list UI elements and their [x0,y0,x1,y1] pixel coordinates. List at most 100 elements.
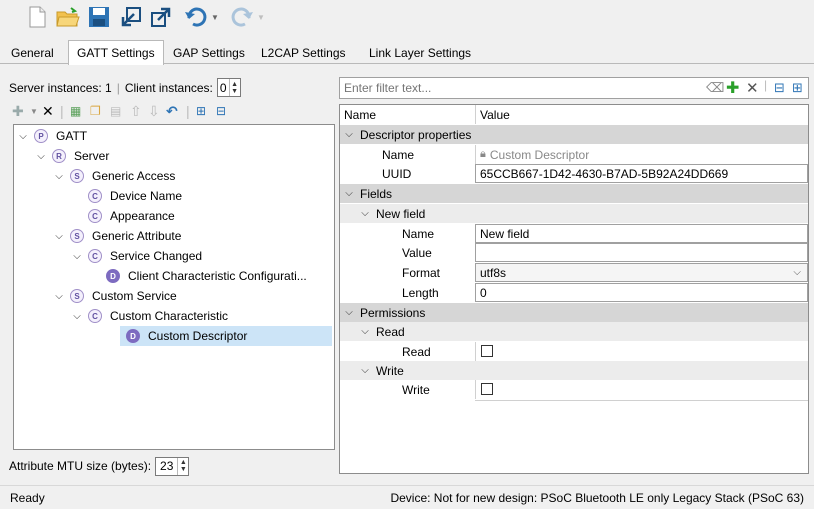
delete-icon[interactable]: ✕ [42,103,58,120]
tree-node-server[interactable]: ⌵ R Server [34,146,109,166]
delete-icon[interactable]: ✕ [746,79,759,97]
subcategory-new-field[interactable]: ⌵ New field [340,204,808,223]
instances-bar: Server instances: 1 | Client instances: … [9,78,241,97]
reset-icon[interactable]: ↶ [166,103,184,120]
tab-link-layer-settings[interactable]: Link Layer Settings [360,42,480,64]
clear-filter-icon[interactable]: ⌫ [706,80,724,96]
characteristic-badge-icon: C [88,189,102,203]
move-up-icon[interactable]: ⇧ [130,103,146,120]
tree-node-client-characteristic-configuration[interactable]: D Client Characteristic Configurati... [106,266,307,286]
tree-node-device-name[interactable]: C Device Name [88,186,182,206]
chevron-down-icon[interactable]: ⌵ [342,307,356,318]
chevron-down-icon[interactable]: ⌵ [70,251,84,262]
tree-node-label: Server [74,149,110,163]
client-instances-label: Client instances: [124,80,213,95]
tree-node-appearance[interactable]: C Appearance [88,206,175,226]
filter-box: ⌫ ✚ ✕ | ⊟ ⊞ [339,77,809,99]
chevron-down-icon[interactable]: ▼ [30,107,40,116]
tab-general[interactable]: General [2,42,63,64]
chevron-down-icon[interactable]: ⌵ [16,131,30,142]
open-folder-icon[interactable] [54,4,82,30]
separator: | [60,103,64,119]
add-item-icon[interactable]: ▦ [70,104,88,118]
tab-gap-settings[interactable]: GAP Settings [164,42,254,64]
property-row-uuid: UUID 65CCB667-1D42-4630-B7AD-5B92A24DD66… [340,164,808,183]
tree-node-service-changed[interactable]: ⌵ C Service Changed [70,246,202,266]
copy-icon[interactable]: ❐ [90,104,108,118]
undo-icon[interactable]: ▼ [180,4,222,30]
filter-input[interactable] [342,79,662,97]
mtu-value[interactable]: 23 [156,459,177,473]
chevron-down-icon[interactable]: ▼ [257,13,265,22]
chevron-down-icon[interactable]: ⌵ [34,151,48,162]
expand-all-icon[interactable]: ⊞ [196,104,214,118]
mtu-stepper[interactable]: 23 ▲ ▼ [155,456,190,476]
property-row-field-name: Name New field [340,224,808,243]
subcategory-label: New field [376,206,426,221]
tree-node-gatt[interactable]: ⌵ P GATT [16,126,87,146]
subcategory-write[interactable]: ⌵ Write [340,361,808,380]
tab-gatt-settings[interactable]: GATT Settings [68,40,164,65]
read-checkbox[interactable] [481,345,493,357]
collapse-all-icon[interactable]: ⊟ [216,104,234,118]
chevron-down-icon[interactable]: ⌵ [52,231,66,242]
client-instances-value[interactable]: 0 [218,81,229,95]
category-descriptor-properties[interactable]: ⌵ Descriptor properties [340,125,808,144]
move-down-icon[interactable]: ⇩ [148,103,164,120]
category-fields[interactable]: ⌵ Fields [340,184,808,203]
field-name-input[interactable]: New field [475,224,808,243]
add-icon[interactable]: ✚ [12,103,28,120]
subcategory-read[interactable]: ⌵ Read [340,322,808,341]
import-icon[interactable] [118,4,144,30]
chevron-down-icon[interactable]: ⌵ [358,365,372,376]
subcategory-label: Read [376,324,405,339]
field-value-input[interactable] [475,243,808,262]
write-checkbox[interactable] [481,383,493,395]
tree-node-label: Appearance [110,209,175,223]
chevron-down-icon[interactable]: ⌵ [358,208,372,219]
tree-node-generic-attribute[interactable]: ⌵ S Generic Attribute [52,226,181,246]
chevron-down-icon[interactable]: ▼ [211,13,219,22]
property-grid: Name Value ⌵ Descriptor properties Name … [339,104,809,474]
length-input[interactable]: 0 [475,283,808,302]
stepper-arrows-icon[interactable]: ▲ ▼ [228,79,240,96]
chevron-down-icon[interactable]: ⌵ [52,291,66,302]
property-label: Name [402,226,435,241]
client-instances-stepper[interactable]: 0 ▲ ▼ [216,78,241,97]
property-label: Write [402,382,430,397]
chevron-down-icon[interactable]: ⌵ [70,311,84,322]
tree-toolbar: ✚ ▼ ✕ | ▦ ❐ ▤ ⇧ ⇩ ↶ | ⊞ ⊟ [12,101,272,121]
expand-all-icon[interactable]: ⊞ [792,80,803,96]
tree-node-label: Generic Access [92,169,176,183]
tree-node-custom-descriptor[interactable]: D Custom Descriptor [120,326,332,346]
uuid-field[interactable]: 65CCB667-1D42-4630-B7AD-5B92A24DD669 [475,164,808,183]
paste-icon[interactable]: ▤ [110,104,128,118]
category-label: Permissions [360,305,426,320]
collapse-all-icon[interactable]: ⊟ [774,80,785,96]
add-icon[interactable]: ✚ [726,78,739,98]
property-label: Read [402,344,431,359]
export-icon[interactable] [148,4,174,30]
stepper-arrows-icon[interactable]: ▲ ▼ [177,457,188,475]
tree-node-label: Generic Attribute [92,229,182,243]
tree-node-custom-service[interactable]: ⌵ S Custom Service [52,286,177,306]
format-select[interactable]: utf8s ⌵ [475,263,808,282]
property-row-name: Name 🔒︎ Custom Descriptor [340,145,808,164]
chevron-down-icon[interactable]: ⌵ [342,129,356,140]
characteristic-badge-icon: C [88,209,102,223]
tab-l2cap-settings[interactable]: L2CAP Settings [252,42,355,64]
property-row-length: Length 0 [340,283,808,302]
property-label: Length [402,285,439,300]
new-file-icon[interactable] [24,4,50,30]
redo-icon[interactable]: ▼ [226,4,268,30]
chevron-down-icon[interactable]: ⌵ [358,326,372,337]
tree-node-label: Custom Characteristic [110,309,229,323]
save-icon[interactable] [86,4,112,30]
property-row-format: Format utf8s ⌵ [340,263,808,282]
chevron-down-icon[interactable]: ⌵ [793,267,801,278]
tree-node-generic-access[interactable]: ⌵ S Generic Access [52,166,175,186]
chevron-down-icon[interactable]: ⌵ [342,188,356,199]
tree-node-custom-characteristic[interactable]: ⌵ C Custom Characteristic [70,306,228,326]
category-permissions[interactable]: ⌵ Permissions [340,303,808,322]
chevron-down-icon[interactable]: ⌵ [52,171,66,182]
